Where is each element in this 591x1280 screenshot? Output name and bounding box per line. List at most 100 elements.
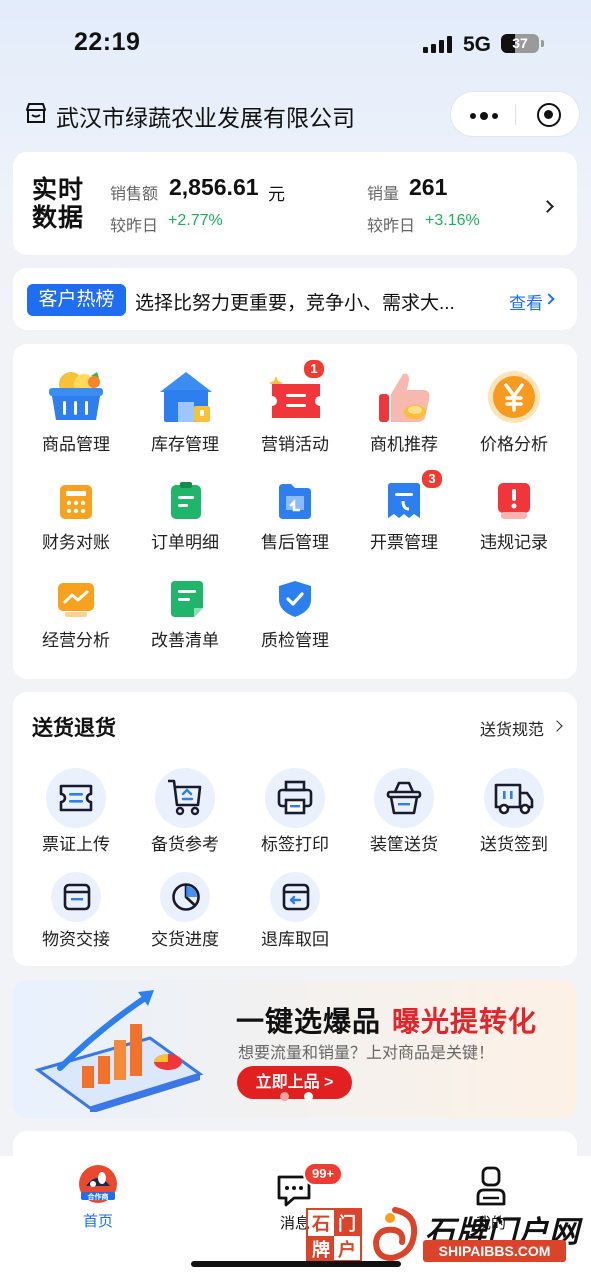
grid-item-invoice[interactable]: 3 开票管理 [349, 468, 459, 555]
grid-item-aftersales[interactable]: 售后管理 [240, 480, 350, 555]
delivery-label: 票证上传 [42, 835, 110, 854]
grid-label: 库存管理 [151, 435, 219, 454]
grid-item-business-analysis[interactable]: 经营分析 [21, 578, 131, 653]
order-list-icon [171, 482, 201, 519]
grid-label: 经营分析 [42, 631, 110, 650]
after-sales-icon [279, 484, 311, 519]
printer-icon [277, 780, 313, 815]
marketing-badge: 1 [302, 358, 326, 380]
sales-compare-label: 较昨日 [110, 218, 159, 235]
grid-item-inventory[interactable]: 库存管理 [130, 366, 240, 456]
invoice-badge: 3 [420, 468, 444, 490]
volume-value: 261 [409, 174, 448, 200]
grid-label: 违规记录 [480, 533, 548, 552]
grid-item-quality[interactable]: 质检管理 [240, 578, 350, 653]
handover-icon [63, 883, 91, 911]
grid-label: 订单明细 [151, 533, 219, 552]
delivery-label: 装筐送货 [370, 835, 438, 854]
sales-change: +2.77% [168, 212, 223, 229]
grid-label: 开票管理 [370, 533, 438, 552]
grid-item-improve-list[interactable]: 改善清单 [130, 578, 240, 653]
delivery-label: 物资交接 [42, 930, 110, 949]
return-icon [282, 883, 310, 911]
watermark-logo-box: 石 门 牌 户 [306, 1208, 362, 1262]
sales-value: 2,856.61 [169, 174, 259, 200]
delivery-label: 标签打印 [261, 835, 329, 854]
growth-chart-illustration [34, 990, 204, 1112]
chevron-right-icon [541, 200, 554, 213]
hot-list-text: 选择比努力更重要，竞争小、需求大... [135, 293, 455, 314]
home-indicator[interactable] [191, 1261, 401, 1267]
pager-dot-active [304, 1092, 313, 1101]
delivery-item-delivery-checkin[interactable]: 送货签到 [459, 768, 569, 854]
delivery-item-ticket-upload[interactable]: 票证上传 [21, 768, 131, 854]
grid-label: 财务对账 [42, 533, 110, 552]
grid-item-marketing[interactable]: 1 营销活动 [240, 358, 350, 456]
delivery-item-handover[interactable]: 物资交接 [21, 872, 131, 952]
watermark-char: 户 [338, 1240, 356, 1260]
signal-icon [423, 36, 452, 53]
realtime-label: 实时数据 [32, 176, 85, 232]
delivery-label: 交货进度 [151, 930, 219, 949]
coupon-icon [269, 376, 320, 418]
delivery-section-title: 送货退货 [32, 717, 116, 740]
grid-item-orders[interactable]: 订单明细 [130, 480, 240, 555]
yen-coin-icon [488, 371, 540, 423]
grid-item-violation[interactable]: 违规记录 [459, 480, 569, 555]
network-type: 5G [463, 33, 492, 56]
ticket-upload-icon [59, 784, 93, 812]
watermark-char: 牌 [308, 1236, 334, 1262]
grid-label: 营销活动 [261, 435, 329, 454]
delivery-item-stock-reference[interactable]: 备货参考 [130, 768, 240, 854]
hot-list-view-link[interactable]: 查看 [509, 289, 543, 314]
page-title: 武汉市绿蔬农业发展有限公司 [56, 105, 355, 131]
delivery-label: 送货签到 [480, 835, 548, 854]
store-icon [26, 103, 46, 123]
warehouse-icon [160, 372, 212, 422]
grid-label: 价格分析 [480, 435, 548, 454]
grid-label: 售后管理 [261, 533, 329, 552]
crate-icon [386, 781, 422, 815]
violation-icon [498, 483, 530, 519]
tab-home[interactable]: 合作商 首页 [58, 1164, 138, 1230]
banner-cta-button[interactable]: 立即上品 > [237, 1066, 352, 1099]
delivery-item-return[interactable]: 退库取回 [240, 872, 350, 952]
delivery-label: 退库取回 [261, 930, 329, 949]
grid-label: 改善清单 [151, 631, 219, 650]
delivery-item-label-print[interactable]: 标签打印 [240, 768, 350, 854]
watermark-char: 石 [312, 1214, 330, 1234]
volume-label: 销量 [367, 186, 400, 203]
banner-title-highlight: 曝光提转化 [392, 1006, 538, 1037]
grid-item-price[interactable]: 价格分析 [459, 366, 569, 456]
watermark-swirl-icon [372, 1207, 418, 1262]
hot-list-tag: 客户热榜 [27, 284, 126, 316]
more-icon[interactable] [470, 112, 498, 120]
pager-dot [280, 1092, 289, 1101]
improve-list-icon [171, 581, 203, 617]
delivery-label: 备货参考 [151, 835, 219, 854]
close-target-icon[interactable] [537, 103, 561, 127]
view-link-label: 查看 [509, 294, 543, 313]
delivery-item-crate-delivery[interactable]: 装筐送货 [349, 768, 459, 854]
grid-item-product[interactable]: 商品管理 [21, 366, 131, 456]
grid-item-finance[interactable]: 财务对账 [21, 480, 131, 555]
banner-subtitle: 想要流量和销量？上对商品是关键！ [238, 1045, 495, 1062]
tab-home-label: 首页 [82, 1213, 113, 1230]
progress-pie-icon [172, 883, 200, 911]
basket-icon [49, 372, 103, 420]
messages-badge: 99+ [303, 1162, 343, 1186]
delivery-rules-link[interactable]: 送货规范 [480, 716, 544, 740]
shield-check-icon [279, 581, 311, 617]
delivery-rules-label: 送货规范 [480, 722, 545, 739]
grid-item-opportunity[interactable]: 商机推荐 [349, 366, 459, 456]
delivery-item-progress[interactable]: 交货进度 [130, 872, 240, 952]
grid-label: 商机推荐 [370, 435, 438, 454]
mini-program-capsule [450, 91, 580, 137]
thumbs-up-icon [379, 373, 430, 422]
truck-icon [494, 783, 534, 815]
realtime-card[interactable]: 实时数据 销售额 2,856.61 元 较昨日 +2.77% 销量 261 较昨… [13, 152, 577, 255]
watermark-url: SHIPAIBBS.COM [423, 1240, 566, 1262]
status-time: 22:19 [74, 28, 141, 56]
cart-icon [168, 779, 202, 816]
sales-unit: 元 [268, 185, 285, 204]
